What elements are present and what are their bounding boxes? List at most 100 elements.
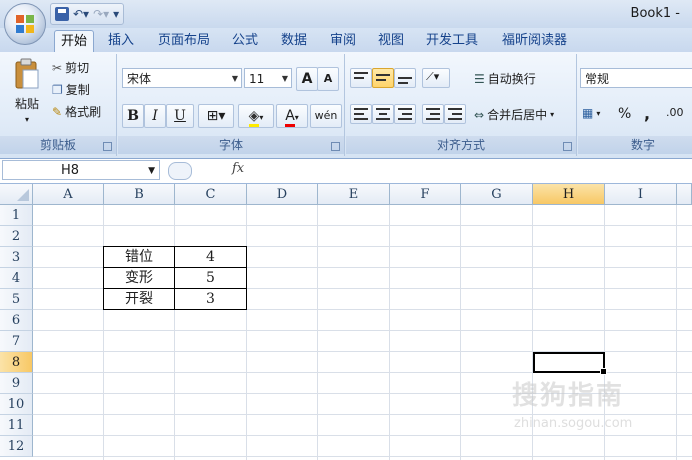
merge-center-button[interactable]: ⇔ 合并后居中 ▾ bbox=[474, 106, 554, 123]
wrap-text-button[interactable]: ☰ 自动换行 bbox=[474, 70, 536, 87]
underline-button[interactable]: U bbox=[166, 104, 194, 128]
tab-insert[interactable]: 插入 bbox=[102, 30, 140, 52]
column-header-a[interactable]: A bbox=[33, 184, 104, 205]
row-header-4[interactable]: 4 bbox=[0, 268, 33, 289]
number-format-dropdown[interactable]: 常规 bbox=[580, 68, 692, 88]
row-header-3[interactable]: 3 bbox=[0, 247, 33, 268]
column-header-e[interactable]: E bbox=[318, 184, 390, 205]
paintbrush-icon: ✎ bbox=[52, 104, 63, 119]
font-size-value: 11 bbox=[249, 72, 265, 86]
bold-button[interactable]: B bbox=[122, 104, 144, 128]
font-name-dropdown[interactable]: 宋体 ▼ bbox=[122, 68, 242, 88]
insert-function-icon[interactable]: fx bbox=[232, 161, 244, 176]
font-size-dropdown[interactable]: 11 ▼ bbox=[244, 68, 292, 88]
font-name-value: 宋体 bbox=[127, 72, 152, 86]
column-header-c[interactable]: C bbox=[175, 184, 247, 205]
row-header-9[interactable]: 9 bbox=[0, 373, 33, 394]
column-header-h[interactable]: H bbox=[533, 184, 605, 205]
row-header-12[interactable]: 12 bbox=[0, 436, 33, 457]
copy-button[interactable]: ❐ 复制 bbox=[52, 81, 90, 98]
tab-page-layout[interactable]: 页面布局 bbox=[152, 30, 216, 52]
cell-b5[interactable]: 开裂 bbox=[104, 289, 174, 310]
formula-input[interactable] bbox=[254, 160, 690, 180]
undo-icon[interactable]: ↶▾ bbox=[73, 7, 89, 21]
paste-button[interactable]: 粘贴 ▾ bbox=[8, 58, 46, 124]
column-header-i[interactable]: I bbox=[605, 184, 677, 205]
tab-foxit-reader[interactable]: 福昕阅读器 bbox=[496, 30, 573, 52]
paste-icon bbox=[15, 58, 39, 89]
row-header-8[interactable]: 8 bbox=[0, 352, 33, 373]
grow-font-button[interactable]: A bbox=[296, 67, 318, 91]
font-color-button[interactable]: A▾ bbox=[276, 104, 308, 128]
column-header-f[interactable]: F bbox=[390, 184, 461, 205]
cell-b4[interactable]: 变形 bbox=[104, 268, 174, 289]
align-center-button[interactable] bbox=[372, 104, 394, 124]
copy-icon: ❐ bbox=[52, 82, 63, 97]
save-icon[interactable] bbox=[55, 7, 69, 21]
percent-button[interactable]: % bbox=[618, 106, 631, 122]
top-align-button[interactable] bbox=[350, 68, 372, 88]
chevron-down-icon: ▼ bbox=[148, 166, 155, 176]
column-header-g[interactable]: G bbox=[461, 184, 533, 205]
quick-access-toolbar: ↶▾ ↷▾ ▾ bbox=[50, 3, 125, 25]
tab-formulas[interactable]: 公式 bbox=[226, 30, 264, 52]
office-button[interactable] bbox=[4, 3, 46, 45]
font-launcher-icon[interactable] bbox=[331, 142, 340, 151]
cell-b3[interactable]: 错位 bbox=[104, 247, 174, 268]
increase-decimal-button[interactable]: .00 bbox=[666, 106, 684, 119]
tab-data[interactable]: 数据 bbox=[275, 30, 313, 52]
tab-view[interactable]: 视图 bbox=[372, 30, 410, 52]
window-title: Book1 - bbox=[630, 6, 680, 21]
number-format-value: 常规 bbox=[585, 72, 610, 86]
fill-color-button[interactable]: ◈▾ bbox=[238, 104, 274, 128]
row-header-11[interactable]: 11 bbox=[0, 415, 33, 436]
name-box[interactable]: H8 ▼ bbox=[2, 160, 160, 180]
customize-qat-icon[interactable]: ▾ bbox=[113, 7, 119, 21]
paste-dropdown-icon[interactable]: ▾ bbox=[25, 115, 29, 124]
cut-button[interactable]: ✂ 剪切 bbox=[52, 59, 89, 76]
row-header-6[interactable]: 6 bbox=[0, 310, 33, 331]
formula-bar-expand-handle[interactable] bbox=[168, 162, 192, 180]
comma-button[interactable]: , bbox=[644, 104, 650, 123]
align-left-button[interactable] bbox=[350, 104, 372, 124]
chevron-down-icon: ▼ bbox=[281, 74, 288, 83]
redo-icon[interactable]: ↷▾ bbox=[93, 7, 109, 21]
row-header-10[interactable]: 10 bbox=[0, 394, 33, 415]
middle-align-button[interactable] bbox=[372, 68, 394, 88]
clipboard-launcher-icon[interactable] bbox=[103, 142, 112, 151]
column-header-d[interactable]: D bbox=[247, 184, 318, 205]
border-grid-icon: ⊞▾ bbox=[206, 108, 226, 124]
select-all-button[interactable] bbox=[0, 184, 33, 205]
row-header-1[interactable]: 1 bbox=[0, 205, 33, 226]
italic-button[interactable]: I bbox=[144, 104, 166, 128]
increase-indent-button[interactable] bbox=[444, 104, 466, 124]
phonetic-button[interactable]: wén bbox=[310, 104, 342, 128]
cell-c4[interactable]: 5 bbox=[175, 268, 246, 289]
formula-bar: H8 ▼ fx bbox=[0, 159, 692, 184]
row-header-5[interactable]: 5 bbox=[0, 289, 33, 310]
shrink-font-button[interactable]: A bbox=[317, 67, 339, 91]
accounting-format-button[interactable]: ▦ ▾ bbox=[582, 106, 600, 120]
font-color-label: A bbox=[285, 108, 295, 127]
format-painter-button[interactable]: ✎ 格式刷 bbox=[52, 103, 101, 120]
tab-home[interactable]: 开始 bbox=[54, 30, 95, 53]
column-header-j[interactable] bbox=[677, 184, 692, 205]
row-header-2[interactable]: 2 bbox=[0, 226, 33, 247]
align-right-button[interactable] bbox=[394, 104, 416, 124]
bottom-align-button[interactable] bbox=[394, 68, 416, 88]
active-cell-h8[interactable] bbox=[533, 352, 607, 375]
title-bar: ↶▾ ↷▾ ▾ Book1 - bbox=[0, 0, 692, 28]
tab-review[interactable]: 审阅 bbox=[324, 30, 362, 52]
alignment-launcher-icon[interactable] bbox=[563, 142, 572, 151]
ribbon-tabs: 开始 插入 页面布局 公式 数据 审阅 视图 开发工具 福昕阅读器 bbox=[0, 28, 692, 53]
decrease-indent-button[interactable] bbox=[422, 104, 444, 124]
orientation-button[interactable]: ⟋▾ bbox=[422, 68, 450, 88]
cell-c5[interactable]: 3 bbox=[175, 289, 246, 310]
borders-button[interactable]: ⊞▾ bbox=[198, 104, 234, 128]
merge-dropdown-icon[interactable]: ▾ bbox=[550, 110, 554, 119]
cell-c3[interactable]: 4 bbox=[175, 247, 246, 268]
column-header-b[interactable]: B bbox=[104, 184, 175, 205]
tab-developer[interactable]: 开发工具 bbox=[420, 30, 484, 52]
number-group-label: 数字 bbox=[578, 136, 692, 154]
row-header-7[interactable]: 7 bbox=[0, 331, 33, 352]
